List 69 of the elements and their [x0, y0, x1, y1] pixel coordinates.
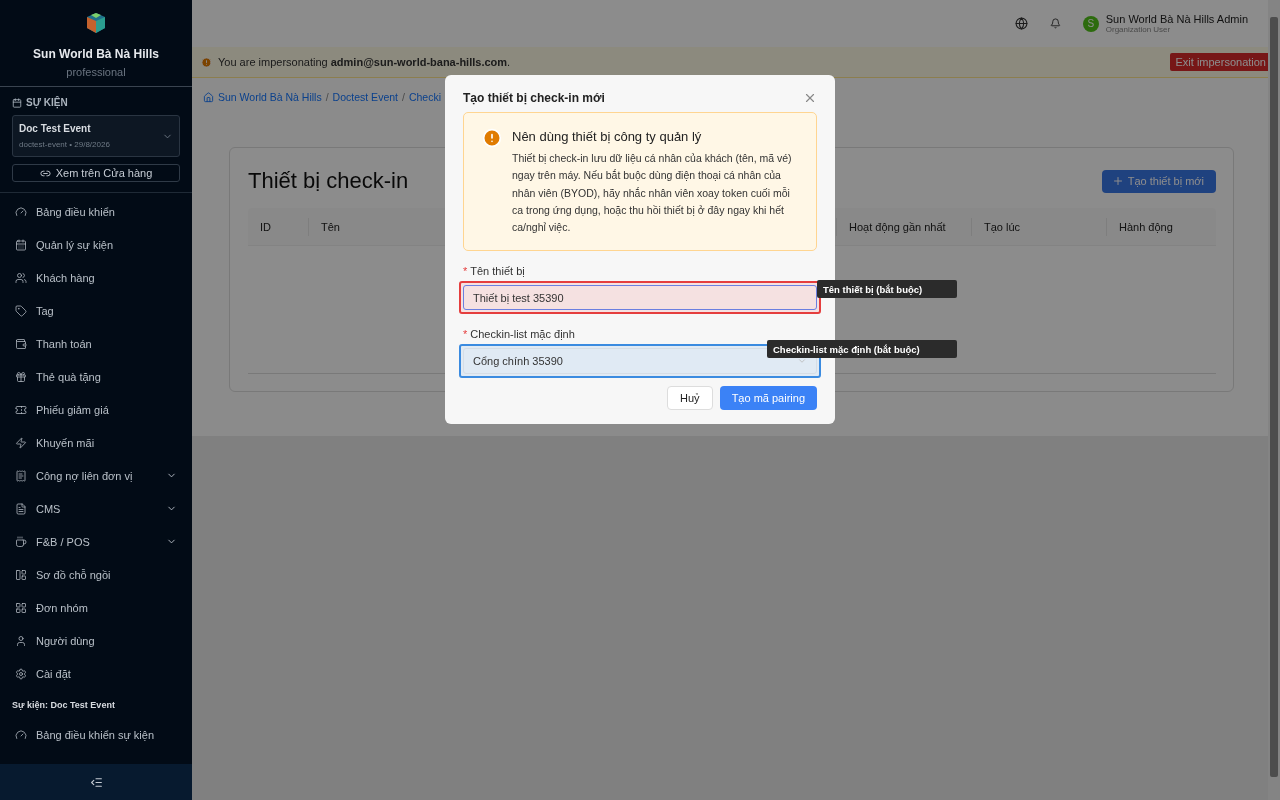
sidebar-item[interactable]: Thẻ quà tặng: [0, 360, 192, 393]
warning-icon: [482, 128, 502, 148]
required-mark: *: [463, 265, 468, 278]
brand-name: Sun World Bà Nà Hills: [33, 47, 159, 61]
home-icon[interactable]: [203, 91, 214, 103]
menu-item-icon: [15, 568, 27, 581]
sidebar-item[interactable]: Công nợ liên đơn vị: [0, 459, 192, 492]
create-pairing-button[interactable]: Tạo mã pairing: [719, 386, 817, 411]
sidebar-item[interactable]: Đơn nhóm: [0, 591, 192, 624]
plan-label: professional: [66, 66, 126, 78]
menu-item-icon: [15, 634, 27, 647]
sidebar-item[interactable]: Sơ đồ chỗ ngồi: [0, 558, 192, 591]
sidebar-item[interactable]: Phiếu giảm giá: [0, 393, 192, 426]
menu-item-icon: [15, 304, 27, 317]
scrollbar[interactable]: [1268, 0, 1280, 800]
required-mark: *: [463, 328, 468, 341]
tooltip: Tên thiết bị (bắt buộc): [817, 280, 957, 298]
section-label: SỰ KIỆN: [26, 97, 68, 108]
cube-logo: [85, 12, 107, 34]
menu-item-icon: [15, 403, 27, 416]
menu-item-icon: [15, 271, 27, 284]
sidebar-item[interactable]: Cài đặt: [0, 657, 192, 690]
field-label: Checkin-list mặc định: [470, 328, 575, 341]
sidebar-item[interactable]: Quản lý sự kiện: [0, 228, 192, 261]
input-field[interactable]: Thiết bị test 35390: [463, 285, 817, 311]
alert-title: Nên dùng thiết bị công ty quản lý: [512, 129, 703, 144]
column-header: ID: [259, 219, 272, 235]
sidebar-item[interactable]: F&B / POS: [0, 525, 192, 558]
menu-item-icon: [15, 436, 27, 449]
sidebar-item[interactable]: CMS: [0, 492, 192, 525]
breadcrumb-separator: /: [402, 91, 405, 103]
sidebar-item[interactable]: Bảng điều khiển: [0, 195, 192, 228]
event-selector[interactable]: Doc Test Event doctest-event • 29/8/2026: [12, 115, 180, 157]
section-label: Sự kiện: Doc Test Event: [11, 699, 116, 712]
menu-item-icon: [15, 238, 27, 251]
menu-item-icon: [15, 667, 27, 680]
field-label: Tên thiết bị: [470, 265, 525, 278]
sidebar-item[interactable]: Bảng điều khiển sự kiện: [0, 718, 192, 751]
globe-icon[interactable]: [1014, 17, 1028, 30]
collapse-icon[interactable]: [89, 775, 103, 789]
tooltip: Checkin-list mặc định (bắt buộc): [767, 340, 957, 358]
menu-item-icon: [15, 601, 27, 614]
menu-item-icon: [15, 205, 27, 218]
impersonation-text: You are impersonating admin@sun-world-bana-hills.com.: [218, 56, 512, 68]
sidebar-item[interactable]: Thanh toán: [0, 327, 192, 360]
page-title: Thiết bị check-in: [248, 168, 409, 194]
user-name: Sun World Bà Nà Hills Admin: [1105, 13, 1248, 25]
bell-icon[interactable]: [1049, 18, 1061, 29]
cancel-button[interactable]: Huỷ: [667, 386, 713, 411]
menu-item-icon: [15, 337, 27, 350]
menu-item-icon: [15, 728, 27, 741]
breadcrumb-separator: /: [325, 91, 329, 103]
calendar-icon: [12, 97, 22, 108]
warning-icon: [201, 56, 212, 68]
plus-icon: [1111, 175, 1124, 187]
sidebar-item[interactable]: Tag: [0, 294, 192, 327]
sidebar-item[interactable]: Khách hàng: [0, 261, 192, 294]
column-header: Tạo lúc: [971, 217, 1106, 236]
menu-item-icon: [15, 535, 27, 548]
sidebar-item[interactable]: Người dùng: [0, 624, 192, 657]
menu-item-icon: [15, 502, 27, 515]
menu-item-icon: [15, 370, 27, 383]
sidebar-item[interactable]: Khuyến mãi: [0, 426, 192, 459]
dialog-title: Tạo thiết bị check-in mới: [463, 91, 605, 105]
close-button[interactable]: [803, 91, 817, 105]
menu-item-icon: [15, 469, 27, 482]
column-header: Hoạt động gần nhất: [836, 217, 971, 236]
store-link-button[interactable]: Xem trên Cửa hàng: [12, 164, 180, 182]
column-header: Hành động: [1106, 217, 1216, 236]
